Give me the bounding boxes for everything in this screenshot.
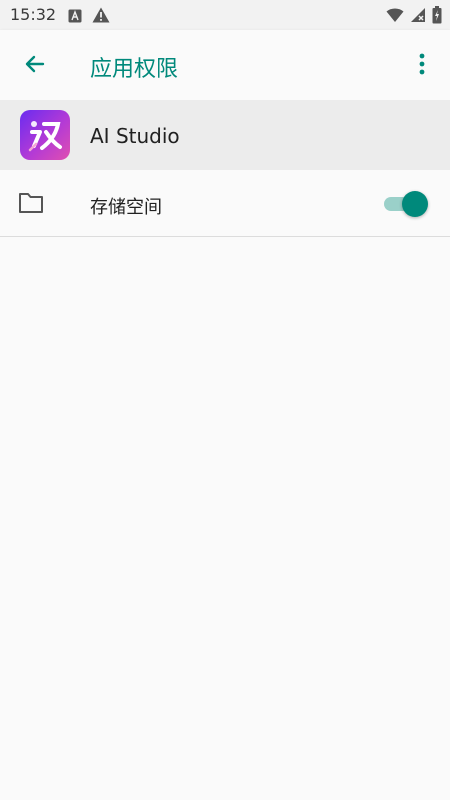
back-button[interactable] [20, 52, 50, 80]
more-vert-icon [419, 53, 425, 79]
a-box-icon [68, 8, 82, 27]
wifi-icon [386, 7, 404, 27]
status-bar: 15:32 [0, 0, 450, 30]
permission-row-storage[interactable]: 存储空间 [0, 170, 450, 237]
app-bar: 应用权限 [0, 30, 450, 100]
permission-label: 存储空间 [90, 197, 162, 218]
page-title: 应用权限 [90, 57, 179, 82]
app-header: AI Studio [0, 100, 450, 170]
battery-icon [432, 6, 442, 28]
arrow-back-icon [23, 52, 47, 80]
more-options-button[interactable] [410, 52, 434, 80]
folder-icon [18, 192, 44, 214]
ai-studio-app-icon [20, 110, 70, 160]
notification-icons [68, 7, 110, 27]
status-time: 15:32 [10, 5, 57, 24]
toggle-thumb [402, 191, 428, 217]
warning-icon [92, 7, 110, 27]
app-name: AI Studio [90, 124, 180, 148]
system-icons [386, 6, 442, 28]
storage-permission-toggle[interactable] [384, 191, 428, 217]
signal-off-icon [410, 7, 426, 27]
